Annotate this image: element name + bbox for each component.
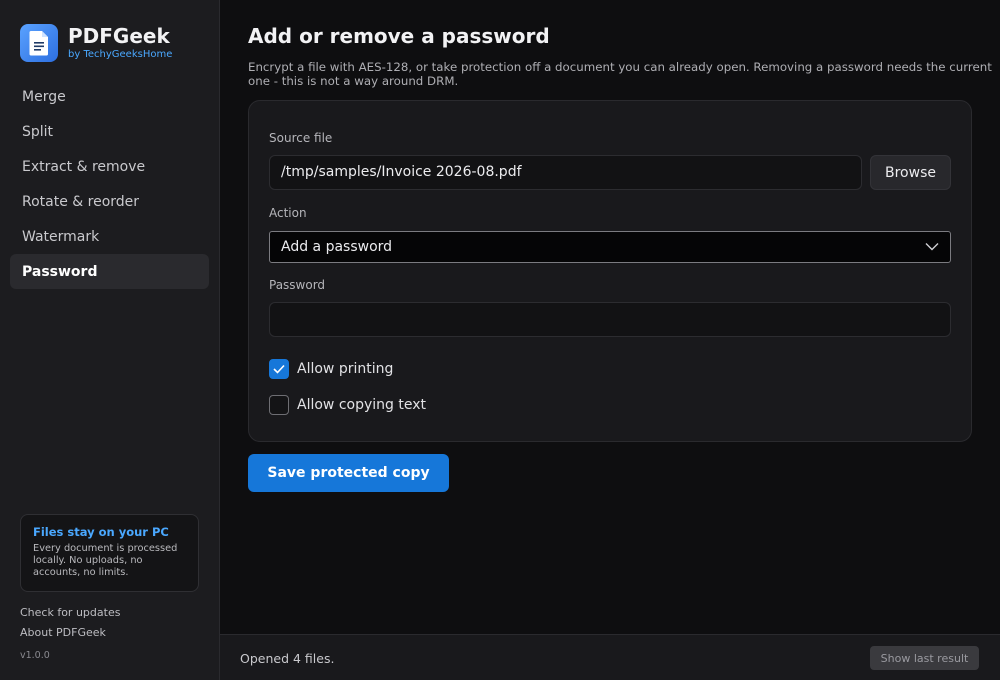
version-label: v1.0.0 xyxy=(20,650,50,661)
allow-copying-option[interactable]: Allow copying text xyxy=(269,395,426,415)
privacy-notice: Files stay on your PC Every document is … xyxy=(20,514,199,592)
source-file-label: Source file xyxy=(269,131,333,145)
sidebar-item-extract-remove[interactable]: Extract & remove xyxy=(10,149,209,184)
browse-button[interactable]: Browse xyxy=(870,155,951,190)
page-title: Add or remove a password xyxy=(248,24,550,48)
page-description-line-2: one - this is not a way around DRM. xyxy=(248,74,459,88)
page-description-line-1: Encrypt a file with AES-128, or take pro… xyxy=(248,60,992,74)
allow-printing-checkbox[interactable] xyxy=(269,359,289,379)
main-panel: Add or remove a password Encrypt a file … xyxy=(220,0,1000,634)
allow-printing-label: Allow printing xyxy=(297,361,394,377)
allow-copying-checkbox[interactable] xyxy=(269,395,289,415)
show-last-result-button[interactable]: Show last result xyxy=(870,646,979,670)
brand: PDFGeek by TechyGeeksHome xyxy=(20,24,172,62)
app-publisher: by TechyGeeksHome xyxy=(68,48,173,60)
allow-copying-label: Allow copying text xyxy=(297,397,426,413)
page-description: Encrypt a file with AES-128, or take pro… xyxy=(248,60,1000,88)
sidebar-item-password[interactable]: Password xyxy=(10,254,209,289)
password-label: Password xyxy=(269,278,326,292)
sidebar: PDFGeek by TechyGeeksHome Merge Split Ex… xyxy=(0,0,220,680)
privacy-title: Files stay on your PC xyxy=(33,525,169,539)
password-form-card: Source file /tmp/samples/Invoice 2026-08… xyxy=(248,100,972,442)
document-icon xyxy=(20,24,58,62)
privacy-body: Every document is processed locally. No … xyxy=(33,543,178,578)
checkmark-icon xyxy=(273,364,285,374)
allow-printing-option[interactable]: Allow printing xyxy=(269,359,393,379)
password-input[interactable] xyxy=(269,302,951,337)
app-window: PDFGeek by TechyGeeksHome Merge Split Ex… xyxy=(0,0,1000,680)
sidebar-item-watermark[interactable]: Watermark xyxy=(10,219,209,254)
check-updates-link[interactable]: Check for updates xyxy=(20,606,120,619)
about-link[interactable]: About PDFGeek xyxy=(20,626,106,639)
app-name: PDFGeek xyxy=(68,23,170,48)
action-select[interactable]: Add a password xyxy=(269,231,951,263)
sidebar-item-rotate-reorder[interactable]: Rotate & reorder xyxy=(10,184,209,219)
sidebar-item-split[interactable]: Split xyxy=(10,114,209,149)
save-protected-copy-button[interactable]: Save protected copy xyxy=(248,454,449,492)
sidebar-nav: Merge Split Extract & remove Rotate & re… xyxy=(10,79,209,289)
status-bar: Opened 4 files. Show last result xyxy=(220,634,1000,680)
chevron-down-icon xyxy=(925,239,939,255)
action-label: Action xyxy=(269,206,307,220)
sidebar-item-merge[interactable]: Merge xyxy=(10,79,209,114)
status-message: Opened 4 files. xyxy=(240,651,335,666)
action-select-value: Add a password xyxy=(281,239,393,255)
source-file-input[interactable]: /tmp/samples/Invoice 2026-08.pdf xyxy=(269,155,862,190)
